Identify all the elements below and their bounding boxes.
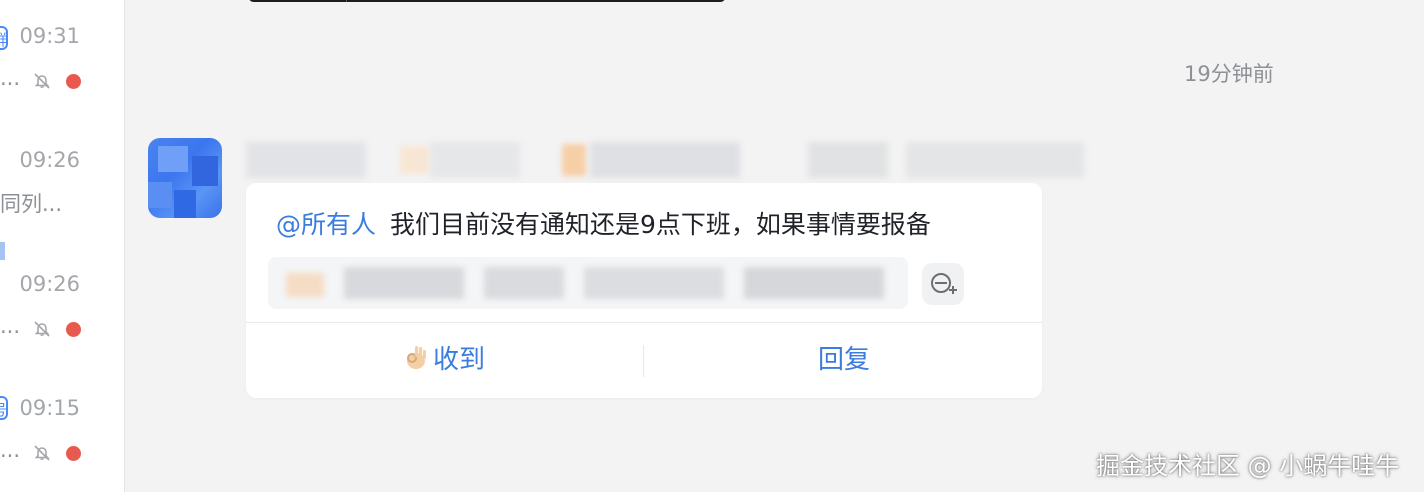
received-button[interactable]: 收到: [246, 323, 642, 398]
mute-bell-icon: [34, 73, 50, 89]
reply-label: 回复: [817, 345, 870, 375]
message-body: 我们目前没有通知还是9点下班，如果事情要报备: [390, 210, 931, 239]
mute-bell-icon: [34, 321, 50, 337]
avatar[interactable]: [148, 138, 222, 218]
message-card: @所有人 我们目前没有通知还是9点下班，如果事情要报备 收到 回复: [246, 183, 1042, 398]
conversation-item[interactable]: 号 09:15 ...: [0, 372, 124, 492]
reply-button[interactable]: 回复: [646, 323, 1042, 398]
conversation-preview: 同列...: [0, 192, 63, 216]
unread-dot: [66, 74, 81, 89]
received-label: 收到: [432, 345, 485, 375]
unread-dot: [66, 322, 81, 337]
unread-dot: [66, 446, 81, 461]
ok-hand-icon: [406, 346, 426, 369]
conversation-time: 09:26: [19, 148, 80, 172]
previous-message-edge: [248, 0, 726, 2]
divider: [346, 0, 347, 2]
mute-bell-icon: [34, 445, 50, 461]
message-text: @所有人 我们目前没有通知还是9点下班，如果事情要报备: [276, 205, 931, 241]
add-reader-icon: [931, 273, 957, 294]
conversation-item[interactable]: 群 09:31 ...: [0, 0, 124, 124]
conversation-time: 09:15: [19, 396, 80, 420]
conversation-preview: ...: [0, 438, 21, 462]
conversation-item[interactable]: 09:26 同列...: [0, 124, 124, 260]
action-divider: [643, 345, 644, 377]
conversation-preview: ...: [0, 66, 21, 90]
add-reader-button[interactable]: [922, 263, 964, 305]
conversation-item[interactable]: 09:26 ...: [0, 248, 124, 372]
group-tag: 群: [0, 26, 8, 50]
conversation-time: 09:26: [19, 272, 80, 296]
group-tag: 号: [0, 396, 8, 420]
mention-all[interactable]: @所有人: [276, 210, 376, 239]
watermark: 掘金技术社区 @ 小蜗牛哇牛: [1096, 452, 1400, 480]
conversation-time: 09:31: [19, 24, 80, 48]
message-relative-time: 19分钟前: [1184, 62, 1274, 86]
conversation-list: 群 09:31 ... 09:26 同列... 09:26 ... 号 09:1…: [0, 0, 125, 492]
read-receipts-blurred[interactable]: [268, 257, 908, 309]
conversation-preview: ...: [0, 314, 21, 338]
